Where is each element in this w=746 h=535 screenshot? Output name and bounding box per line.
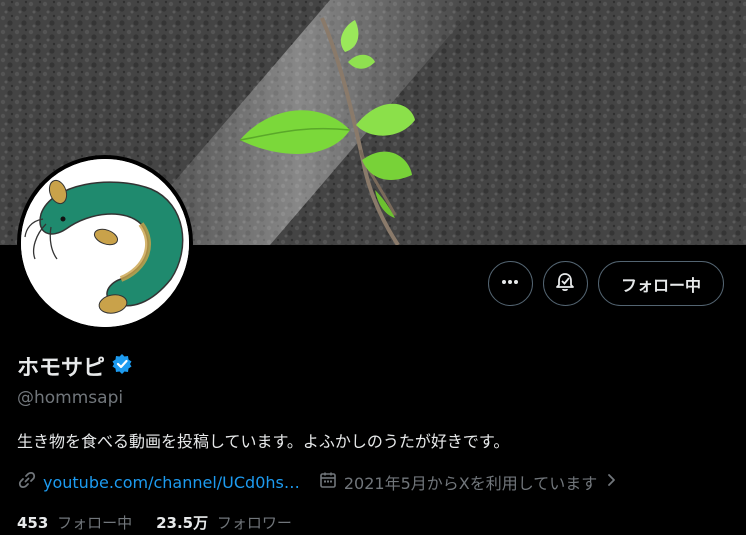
followers-count: 23.5万 (156, 514, 209, 532)
display-name: ホモサピ (17, 356, 106, 381)
followers-stat[interactable]: 23.5万 フォロワー (156, 512, 292, 533)
bell-icon (554, 271, 576, 297)
followers-label: フォロワー (216, 514, 292, 532)
following-label: フォロー中 (57, 514, 133, 532)
website-link[interactable]: youtube.com/channel/UCd0hs… (43, 473, 300, 492)
following-button[interactable]: フォロー中 (597, 261, 724, 306)
name-row: ホモサピ (17, 350, 133, 382)
handle: @hommsapi (17, 388, 124, 408)
profile-avatar[interactable] (17, 155, 193, 331)
joined-date: 2021年5月からXを利用しています (343, 474, 598, 493)
bio: 生き物を食べる動画を投稿しています。よふかしのうたが好きです。 (17, 432, 510, 451)
following-count: 453 (17, 514, 49, 532)
more-icon (500, 272, 520, 296)
website-item: youtube.com/channel/UCd0hs… (17, 470, 300, 494)
verified-badge-icon[interactable] (111, 353, 133, 379)
profile-meta: youtube.com/channel/UCd0hs… 2021年5月からXを利… (17, 470, 637, 494)
more-options-button[interactable] (487, 261, 533, 306)
link-icon (17, 470, 37, 494)
calendar-icon (318, 470, 338, 494)
chevron-right-icon[interactable] (603, 472, 619, 492)
profile-actions: フォロー中 (487, 261, 724, 306)
joined-item: 2021年5月からXを利用しています (318, 470, 619, 494)
follow-stats: 453 フォロー中 23.5万 フォロワー (17, 512, 292, 533)
following-stat[interactable]: 453 フォロー中 (17, 512, 132, 533)
notifications-button[interactable] (542, 261, 588, 306)
